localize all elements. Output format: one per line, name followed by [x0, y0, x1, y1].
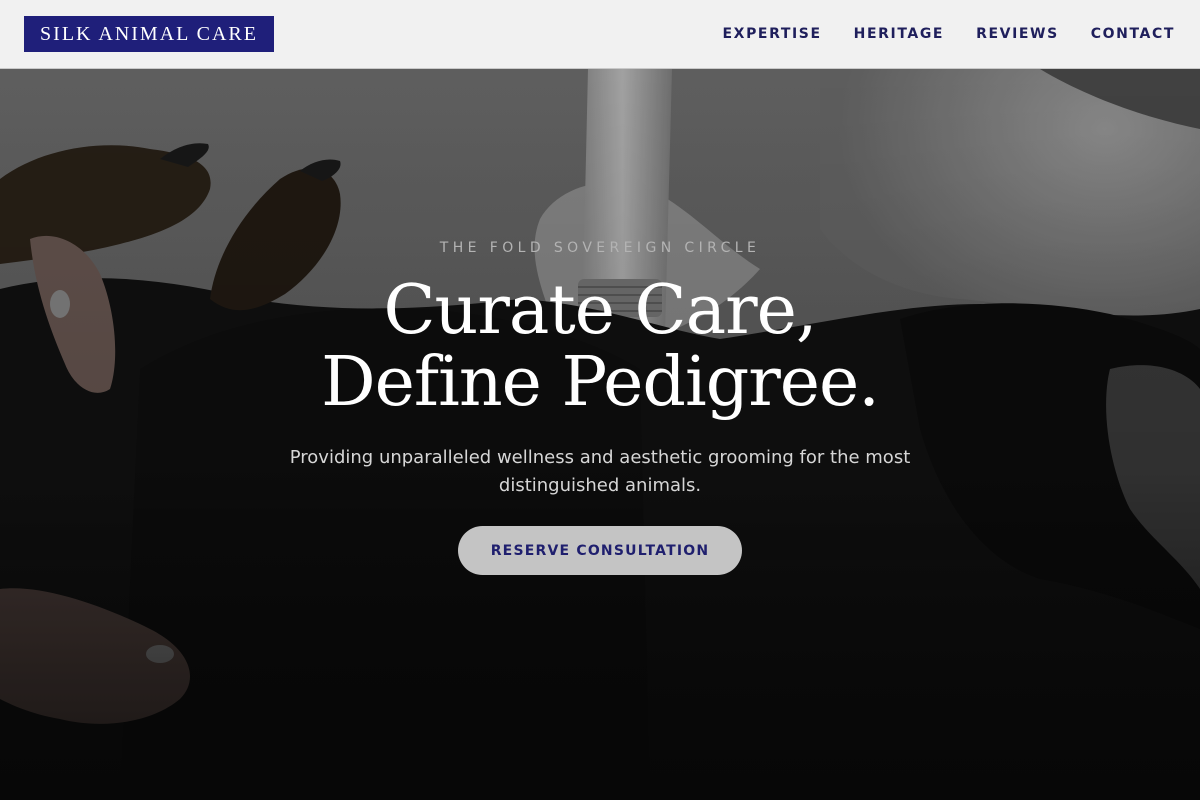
hero-content: THE FOLD SOVEREIGN CIRCLE Curate Care, D…: [0, 69, 1200, 800]
nav-link-reviews[interactable]: REVIEWS: [976, 26, 1059, 42]
main-nav: EXPERTISE HERITAGE REVIEWS CONTACT: [723, 26, 1175, 42]
site-header: SILK ANIMAL CARE EXPERTISE HERITAGE REVI…: [0, 0, 1200, 69]
hero-title-line-1: Curate Care,: [383, 271, 818, 350]
brand-logo[interactable]: SILK ANIMAL CARE: [24, 16, 274, 52]
nav-link-expertise[interactable]: EXPERTISE: [723, 26, 822, 42]
hero-eyebrow: THE FOLD SOVEREIGN CIRCLE: [439, 240, 761, 256]
nav-link-contact[interactable]: CONTACT: [1091, 26, 1175, 42]
hero-title: Curate Care, Define Pedigree.: [0, 275, 1200, 419]
nav-link-heritage[interactable]: HERITAGE: [854, 26, 944, 42]
hero-subtitle: Providing unparalleled wellness and aest…: [289, 447, 911, 496]
reserve-consultation-button[interactable]: RESERVE CONSULTATION: [458, 526, 742, 575]
hero-title-line-2: Define Pedigree.: [321, 343, 880, 422]
hero-section: THE FOLD SOVEREIGN CIRCLE Curate Care, D…: [0, 69, 1200, 800]
